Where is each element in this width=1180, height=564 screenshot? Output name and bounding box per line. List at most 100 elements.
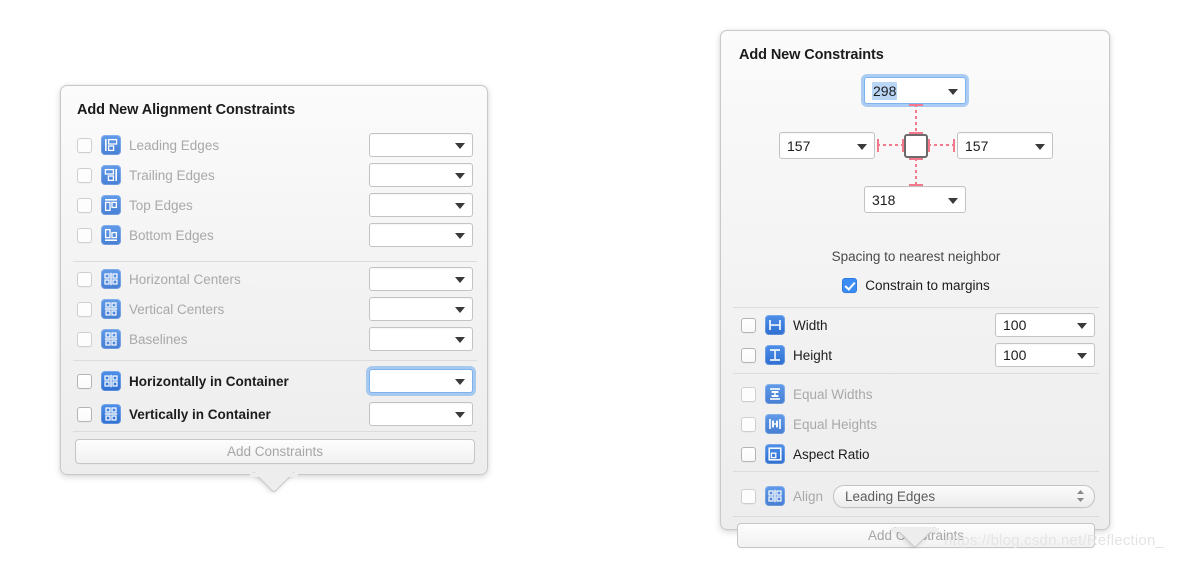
constraints-row-width[interactable]: Width 100 (741, 310, 1095, 340)
constraints-row-align[interactable]: Align Leading Edges (741, 483, 1095, 509)
spacing-bottom-field[interactable]: 318 (864, 186, 966, 213)
spacing-right-field[interactable]: 157 (957, 132, 1053, 159)
checkbox-align[interactable] (741, 488, 756, 504)
alignment-value-field-horizontal-centers[interactable] (369, 267, 473, 291)
chevron-down-icon (948, 88, 958, 95)
spacing-bottom-value: 318 (872, 191, 896, 208)
alignment-tail-cover (250, 473, 298, 477)
chevron-down-icon (455, 277, 465, 283)
checkbox-horizontally-in-container[interactable] (77, 373, 92, 389)
constraints-divider-1 (733, 307, 1099, 308)
constraints-divider-4 (733, 516, 1099, 517)
checkbox-top-edges[interactable] (77, 197, 92, 213)
checkbox-aspect-ratio[interactable] (741, 446, 756, 462)
alignment-value-field-leading-edges[interactable] (369, 133, 473, 157)
chevron-down-icon (857, 143, 867, 150)
checkbox-constrain-to-margins[interactable] (842, 278, 858, 293)
alignment-edge-rows: Leading Edges Trailing Edges Top Edges B… (77, 130, 473, 250)
alignment-row-bottom-edges[interactable]: Bottom Edges (77, 220, 473, 250)
constraints-row-equal-heights[interactable]: Equal Heights (741, 409, 1095, 439)
chevron-down-icon (1035, 143, 1045, 150)
chevron-down-icon (455, 233, 465, 239)
field-value: 100 (1003, 347, 1027, 363)
chevron-down-icon (1077, 353, 1087, 359)
align-label: Align (793, 488, 824, 504)
alignment-container-rows: Horizontally in Container Vertically in … (77, 364, 473, 430)
constraints-row-label: Width (793, 317, 828, 333)
checkbox-vertical-centers[interactable] (77, 301, 92, 317)
alignment-row-label: Horizontally in Container (129, 373, 289, 389)
chevron-down-icon (455, 379, 465, 385)
constrain-to-margins-row[interactable]: Constrain to margins (721, 278, 1111, 293)
chevron-up-down-icon (1076, 489, 1085, 503)
alignment-row-top-edges[interactable]: Top Edges (77, 190, 473, 220)
constraints-row-label: Equal Widths (793, 386, 873, 402)
alignment-row-horizontal-centers[interactable]: Horizontal Centers (77, 264, 473, 294)
spacing-center-element[interactable] (904, 134, 928, 158)
align-leading-edges-icon (101, 135, 121, 155)
alignment-row-label: Trailing Edges (129, 167, 215, 183)
alignment-value-field-vertically-in-container[interactable] (369, 402, 473, 426)
chevron-down-icon (455, 307, 465, 313)
spacing-connector-bottom (915, 158, 917, 186)
alignment-value-field-bottom-edges[interactable] (369, 223, 473, 247)
width-icon (765, 315, 785, 335)
chevron-down-icon (455, 143, 465, 149)
checkbox-horizontal-centers[interactable] (77, 271, 92, 287)
spacing-connector-left (877, 144, 904, 146)
alignment-row-vertical-centers[interactable]: Vertical Centers (77, 294, 473, 324)
constraints-row-label: Height (793, 347, 833, 363)
checkbox-equal-widths[interactable] (741, 386, 756, 402)
checkbox-width[interactable] (741, 317, 756, 333)
alignment-row-vertically-in-container[interactable]: Vertically in Container (77, 398, 473, 430)
chevron-down-icon (455, 337, 465, 343)
constraints-relation-rows: Equal Widths Equal Heights Aspect Ratio (741, 379, 1095, 469)
alignment-row-horizontally-in-container[interactable]: Horizontally in Container (77, 364, 473, 398)
checkbox-baselines[interactable] (77, 331, 92, 347)
alignment-row-label: Top Edges (129, 197, 193, 213)
height-value-field[interactable]: 100 (995, 343, 1095, 367)
alignment-add-constraints-button[interactable]: Add Constraints (75, 439, 475, 464)
checkbox-vertically-in-container[interactable] (77, 406, 92, 422)
alignment-value-field-trailing-edges[interactable] (369, 163, 473, 187)
spacing-cap-bottom-2 (909, 184, 923, 186)
spacing-left-field[interactable]: 157 (779, 132, 875, 159)
alignment-constraints-popover: Add New Alignment Constraints Leading Ed… (60, 85, 488, 494)
align-trailing-edges-icon (101, 165, 121, 185)
alignment-row-leading-edges[interactable]: Leading Edges (77, 130, 473, 160)
width-value-field[interactable]: 100 (995, 313, 1095, 337)
spacing-connector-right (928, 144, 955, 146)
alignment-row-baselines[interactable]: Baselines (77, 324, 473, 354)
checkbox-equal-heights[interactable] (741, 416, 756, 432)
checkbox-bottom-edges[interactable] (77, 227, 92, 243)
constraints-divider-3 (733, 471, 1099, 472)
checkbox-leading-edges[interactable] (77, 137, 92, 153)
chevron-down-icon (1077, 323, 1087, 329)
chevron-down-icon (455, 412, 465, 418)
alignment-row-label: Vertically in Container (129, 406, 271, 422)
align-option-popup-button[interactable]: Leading Edges (833, 484, 1095, 508)
alignment-value-field-baselines[interactable] (369, 327, 473, 351)
spacing-cap-right-2 (953, 139, 955, 152)
constraints-panel-title: Add New Constraints (739, 47, 884, 63)
spacing-top-field[interactable]: 298 (864, 77, 966, 104)
alignment-row-label: Vertical Centers (129, 301, 225, 317)
chevron-down-icon (455, 203, 465, 209)
alignment-value-field-horizontally-in-container[interactable] (369, 369, 473, 393)
align-bottom-edges-icon (101, 225, 121, 245)
alignment-row-label: Leading Edges (129, 137, 220, 153)
spacing-cap-bottom-1 (909, 158, 923, 160)
constraints-row-equal-widths[interactable]: Equal Widths (741, 379, 1095, 409)
constraints-row-height[interactable]: Height 100 (741, 340, 1095, 370)
checkbox-trailing-edges[interactable] (77, 167, 92, 183)
equal-heights-icon (765, 414, 785, 434)
align-horizontal-centers-icon (101, 269, 121, 289)
alignment-row-trailing-edges[interactable]: Trailing Edges (77, 160, 473, 190)
spacing-left-value: 157 (787, 137, 811, 154)
alignment-value-field-top-edges[interactable] (369, 193, 473, 217)
checkbox-height[interactable] (741, 347, 756, 363)
constraints-row-label: Aspect Ratio (793, 446, 870, 462)
alignment-value-field-vertical-centers[interactable] (369, 297, 473, 321)
spacing-caption: Spacing to nearest neighbor (831, 249, 1001, 264)
constraints-row-aspect-ratio[interactable]: Aspect Ratio (741, 439, 1095, 469)
